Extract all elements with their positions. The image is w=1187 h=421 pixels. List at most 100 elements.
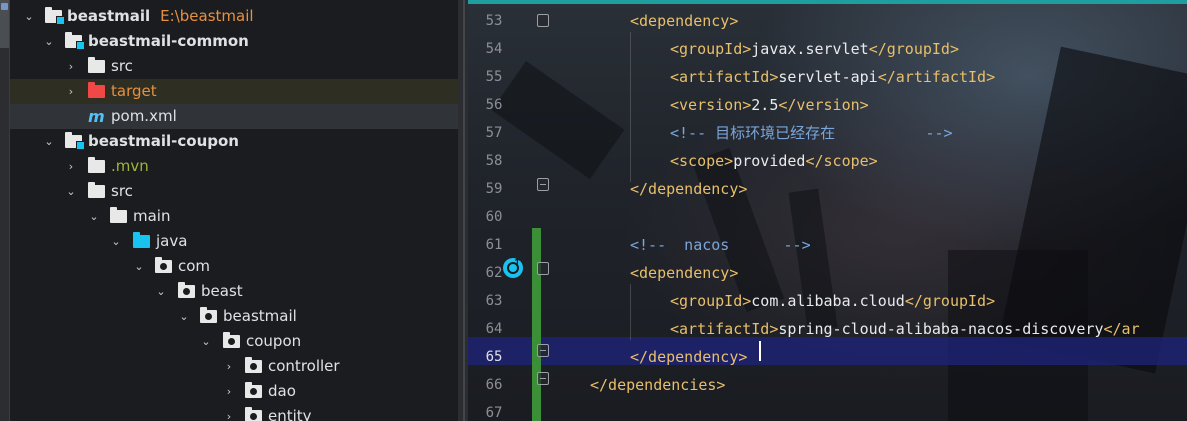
chevron-right-icon[interactable]: › [64,54,78,79]
tree-row-root[interactable]: ⌄ beastmail E:\beastmail [10,4,458,29]
package-icon [178,282,195,298]
chevron-down-icon[interactable]: ⌄ [199,329,213,354]
chevron-down-icon[interactable]: ⌄ [22,4,36,29]
fold-marker-icon[interactable] [537,372,549,385]
chevron-down-icon[interactable]: ⌄ [42,29,56,54]
code-line[interactable]: <scope>provided</scope> [670,147,878,175]
tree-row-label: beastmail-common [88,32,249,50]
xml-tag: <artifactId> [670,68,779,86]
xml-comment: <!-- nacos --> [630,236,811,254]
chevron-right-icon[interactable]: › [64,154,78,179]
code-line[interactable]: </dependency> [630,343,747,371]
code-line[interactable]: <groupId>javax.servlet</groupId> [670,35,959,63]
tree-row-beast[interactable]: ⌄ beast [10,279,458,304]
code-editor[interactable]: 535455565758596061626364656667 <dependen… [468,0,1187,421]
tree-row-entity[interactable]: › entity [10,404,458,421]
tree-row-coupon[interactable]: ⌄ coupon [10,329,458,354]
xml-tag: <artifactId> [670,320,779,338]
code-line[interactable]: <groupId>com.alibaba.cloud</groupId> [670,287,995,315]
code-line[interactable]: <dependency> [630,7,738,35]
chevron-down-icon[interactable]: ⌄ [42,129,56,154]
code-line[interactable]: <version>2.5</version> [670,91,869,119]
tree-row-label: beast [201,282,243,300]
tree-row-label: com [178,257,211,275]
package-icon [245,382,262,398]
xml-text: 2.5 [751,96,779,114]
tree-row-beastmail-common[interactable]: ⌄ beastmail-common [10,29,458,54]
tree-row-label: beastmail [223,307,297,325]
tree-row-com[interactable]: ⌄ com [10,254,458,279]
tree-row-controller[interactable]: › controller [10,354,458,379]
chevron-down-icon[interactable]: ⌄ [87,204,101,229]
line-number[interactable]: 65 [468,343,520,371]
line-number[interactable]: 64 [468,315,520,343]
tree-row-label: .mvn [111,157,149,175]
source-folder-icon [133,232,150,248]
line-number[interactable]: 63 [468,287,520,315]
fold-marker-icon[interactable] [537,344,549,357]
tree-row-label: beastmail-coupon [88,132,239,150]
tree-row-label: entity [268,407,312,421]
line-number[interactable]: 57 [468,119,520,147]
line-number[interactable]: 60 [468,203,520,231]
fold-marker-icon[interactable] [537,14,549,27]
tree-row-src[interactable]: ⌄ src [10,179,458,204]
chevron-down-icon[interactable]: ⌄ [177,304,191,329]
xml-tag: </version> [778,96,869,114]
xml-tag: <dependency> [630,264,739,282]
code-line[interactable]: <artifactId>servlet-api</artifactId> [670,63,995,91]
fold-marker-icon[interactable] [537,178,549,191]
tree-row-beastmail-coupon[interactable]: ⌄ beastmail-coupon [10,129,458,154]
line-number[interactable]: 54 [468,35,520,63]
line-number[interactable]: 62 [468,259,520,287]
chevron-down-icon[interactable]: ⌄ [64,179,78,204]
line-number[interactable]: 58 [468,147,520,175]
tree-row-label: dao [268,382,296,400]
chevron-down-icon[interactable]: ⌄ [154,279,168,304]
code-line[interactable]: <dependency> [630,259,738,287]
line-number[interactable]: 59 [468,175,520,203]
xml-text: provided [733,152,806,170]
tree-row-label: pom.xml [111,107,177,125]
xml-tag: <scope> [670,152,734,170]
line-number[interactable]: 66 [468,371,520,399]
tree-row-dao[interactable]: › dao [10,379,458,404]
chevron-right-icon[interactable]: › [222,404,236,421]
maven-file-icon: m [88,107,105,126]
chevron-right-icon[interactable]: › [64,79,78,104]
chevron-down-icon[interactable]: ⌄ [109,229,123,254]
code-line[interactable]: </dependencies> [590,371,725,399]
project-tree[interactable]: ⌄ beastmail E:\beastmail ⌄ beastmail-comm… [10,0,458,421]
tree-row-beastmail[interactable]: ⌄ beastmail [10,304,458,329]
package-icon [245,407,262,421]
vcs-change-marker[interactable] [532,228,541,421]
line-number[interactable]: 61 [468,231,520,259]
editor-tab-accent [468,0,1187,4]
panel-splitter[interactable] [458,0,468,421]
tree-row-main[interactable]: ⌄ main [10,204,458,229]
chevron-right-icon[interactable]: › [222,354,236,379]
chevron-right-icon[interactable]: › [222,379,236,404]
xml-tag: <groupId> [670,40,752,58]
code-line[interactable]: <!-- nacos --> [630,231,811,259]
project-tool-tab[interactable] [0,0,9,48]
chevron-down-icon[interactable]: ⌄ [132,254,146,279]
line-number[interactable]: 56 [468,91,520,119]
line-number[interactable]: 53 [468,7,520,35]
line-number[interactable]: 55 [468,63,520,91]
tree-row-label: controller [268,357,340,375]
fold-marker-icon[interactable] [537,262,549,275]
code-line[interactable]: <artifactId>spring-cloud-alibaba-nacos-d… [670,315,1140,343]
tree-row-mvn[interactable]: › .mvn [10,154,458,179]
tree-row-target[interactable]: › target [10,79,458,104]
tree-row-src[interactable]: › src [10,54,458,79]
tree-row-label: src [111,182,133,200]
text-caret [759,341,761,361]
line-number[interactable]: 67 [468,399,520,421]
code-line[interactable]: <!-- 目标环境已经存在 --> [670,119,953,147]
tree-row-pom-xml[interactable]: m pom.xml [10,104,458,129]
xml-tag: </scope> [805,152,878,170]
code-line[interactable]: </dependency> [630,175,747,203]
tree-row-java[interactable]: ⌄ java [10,229,458,254]
package-icon [223,332,240,348]
